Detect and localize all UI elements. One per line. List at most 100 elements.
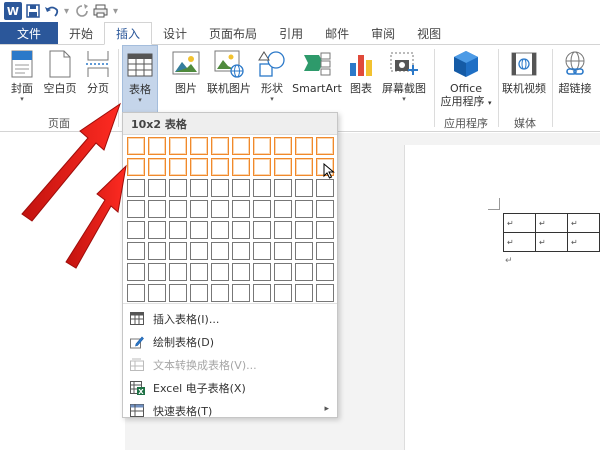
- picture-button[interactable]: 图片: [170, 49, 202, 95]
- grid-cell[interactable]: [190, 242, 208, 260]
- grid-cell[interactable]: [295, 242, 313, 260]
- grid-cell[interactable]: [295, 221, 313, 239]
- grid-cell[interactable]: [232, 284, 250, 302]
- grid-cell[interactable]: [190, 179, 208, 197]
- grid-cell[interactable]: [169, 179, 187, 197]
- grid-cell[interactable]: [316, 284, 334, 302]
- grid-cell[interactable]: [190, 221, 208, 239]
- tab-review[interactable]: 审阅: [360, 22, 406, 44]
- grid-cell[interactable]: [274, 158, 292, 176]
- grid-cell[interactable]: [127, 221, 145, 239]
- grid-cell[interactable]: [295, 137, 313, 155]
- grid-cell[interactable]: [211, 263, 229, 281]
- grid-cell[interactable]: [211, 179, 229, 197]
- excel-spreadsheet-menu-item[interactable]: X Excel 电子表格(X): [123, 376, 337, 399]
- customize-qat-icon[interactable]: ▾: [113, 6, 118, 17]
- table-cell[interactable]: ↵: [503, 232, 536, 252]
- grid-cell[interactable]: [148, 200, 166, 218]
- quick-tables-menu-item[interactable]: 快速表格(T) ▸: [123, 399, 337, 422]
- grid-cell[interactable]: [211, 242, 229, 260]
- tab-references[interactable]: 引用: [268, 22, 314, 44]
- grid-cell[interactable]: [274, 200, 292, 218]
- grid-cell[interactable]: [190, 263, 208, 281]
- grid-cell[interactable]: [148, 284, 166, 302]
- grid-cell[interactable]: [232, 263, 250, 281]
- print-preview-icon[interactable]: [93, 1, 109, 21]
- grid-cell[interactable]: [232, 137, 250, 155]
- chart-button[interactable]: 图表: [346, 49, 376, 95]
- grid-cell[interactable]: [316, 200, 334, 218]
- shapes-button[interactable]: 形状 ▾: [256, 49, 288, 103]
- grid-cell[interactable]: [253, 137, 271, 155]
- table-cell[interactable]: ↵: [567, 232, 600, 252]
- grid-cell[interactable]: [295, 158, 313, 176]
- grid-cell[interactable]: [316, 263, 334, 281]
- grid-cell[interactable]: [232, 179, 250, 197]
- document-table[interactable]: ↵ ↵ ↵ ↵ ↵ ↵: [503, 213, 600, 252]
- grid-cell[interactable]: [127, 179, 145, 197]
- table-cell[interactable]: ↵: [535, 232, 568, 252]
- grid-cell[interactable]: [316, 137, 334, 155]
- grid-cell[interactable]: [295, 284, 313, 302]
- grid-cell[interactable]: [127, 158, 145, 176]
- grid-cell[interactable]: [253, 242, 271, 260]
- convert-text-to-table-menu-item[interactable]: 文本转换成表格(V)...: [123, 353, 337, 376]
- grid-cell[interactable]: [211, 158, 229, 176]
- smartart-button[interactable]: SmartArt: [290, 49, 344, 95]
- grid-cell[interactable]: [295, 200, 313, 218]
- undo-icon[interactable]: [44, 1, 60, 21]
- table-button[interactable]: 表格 ▾: [122, 45, 158, 113]
- blank-page-button[interactable]: 空白页: [40, 49, 80, 95]
- grid-cell[interactable]: [274, 221, 292, 239]
- office-apps-button[interactable]: Office 应用程序 ▾: [436, 49, 496, 110]
- grid-cell[interactable]: [169, 242, 187, 260]
- tab-insert[interactable]: 插入: [104, 22, 153, 45]
- save-icon[interactable]: [26, 1, 40, 21]
- grid-cell[interactable]: [274, 242, 292, 260]
- grid-cell[interactable]: [127, 284, 145, 302]
- grid-cell[interactable]: [127, 137, 145, 155]
- online-pictures-button[interactable]: 联机图片: [204, 49, 254, 95]
- grid-cell[interactable]: [190, 200, 208, 218]
- grid-cell[interactable]: [316, 242, 334, 260]
- grid-cell[interactable]: [232, 221, 250, 239]
- tab-mailings[interactable]: 邮件: [314, 22, 360, 44]
- grid-cell[interactable]: [169, 221, 187, 239]
- grid-cell[interactable]: [190, 137, 208, 155]
- document-page[interactable]: [404, 145, 600, 450]
- grid-cell[interactable]: [253, 263, 271, 281]
- grid-cell[interactable]: [253, 221, 271, 239]
- grid-cell[interactable]: [253, 200, 271, 218]
- tab-home[interactable]: 开始: [58, 22, 104, 44]
- table-cell[interactable]: ↵: [503, 213, 536, 233]
- grid-cell[interactable]: [295, 179, 313, 197]
- grid-cell[interactable]: [232, 200, 250, 218]
- grid-cell[interactable]: [211, 137, 229, 155]
- grid-cell[interactable]: [232, 158, 250, 176]
- grid-cell[interactable]: [127, 242, 145, 260]
- grid-cell[interactable]: [148, 221, 166, 239]
- grid-cell[interactable]: [211, 200, 229, 218]
- grid-cell[interactable]: [253, 284, 271, 302]
- grid-cell[interactable]: [148, 158, 166, 176]
- grid-cell[interactable]: [148, 137, 166, 155]
- grid-cell[interactable]: [211, 284, 229, 302]
- grid-cell[interactable]: [169, 158, 187, 176]
- grid-cell[interactable]: [190, 284, 208, 302]
- grid-cell[interactable]: [274, 179, 292, 197]
- grid-cell[interactable]: [253, 179, 271, 197]
- grid-cell[interactable]: [232, 242, 250, 260]
- screenshot-button[interactable]: 屏幕截图 ▾: [378, 49, 430, 103]
- insert-table-menu-item[interactable]: 插入表格(I)...: [123, 307, 337, 330]
- grid-cell[interactable]: [253, 158, 271, 176]
- grid-cell[interactable]: [169, 200, 187, 218]
- grid-cell[interactable]: [127, 263, 145, 281]
- grid-cell[interactable]: [169, 284, 187, 302]
- grid-cell[interactable]: [190, 158, 208, 176]
- grid-cell[interactable]: [274, 284, 292, 302]
- tab-file[interactable]: 文件: [0, 22, 58, 44]
- grid-cell[interactable]: [316, 221, 334, 239]
- online-video-button[interactable]: 联机视频: [500, 49, 548, 95]
- cover-page-button[interactable]: 封面 ▾: [6, 49, 38, 103]
- grid-cell[interactable]: [169, 137, 187, 155]
